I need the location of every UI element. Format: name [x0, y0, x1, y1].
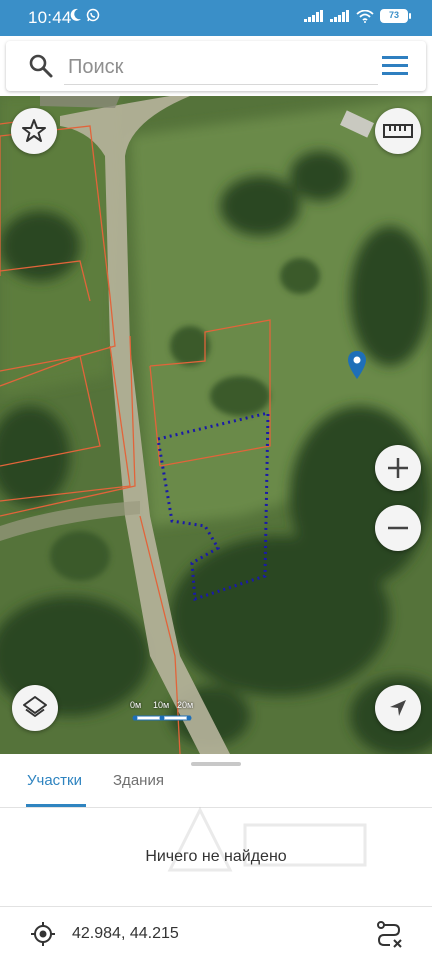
plus-icon	[388, 458, 408, 478]
tab-parcels[interactable]: Участки	[27, 772, 82, 789]
whatsapp-icon	[86, 8, 100, 22]
watermark-logo	[167, 806, 367, 872]
search-input[interactable]	[66, 49, 370, 85]
satellite-imagery	[0, 96, 432, 754]
moon-icon	[70, 8, 81, 21]
status-right-icons: 73	[304, 9, 411, 23]
footer-divider	[0, 906, 432, 907]
menu-icon[interactable]	[380, 53, 410, 79]
navigation-arrow-icon	[390, 700, 406, 716]
star-icon	[22, 119, 46, 142]
minus-icon	[388, 526, 408, 530]
scale-bar: 0м 10м 20м	[130, 700, 212, 728]
search-icon[interactable]	[28, 53, 54, 79]
signal-icon	[330, 10, 349, 22]
status-time: 10:44	[28, 8, 72, 27]
location-marker-icon[interactable]	[347, 350, 367, 380]
zoom-in-button[interactable]	[375, 445, 421, 491]
scale-label-20: 20м	[177, 700, 194, 710]
layers-icon	[23, 696, 47, 717]
navigation-button[interactable]	[375, 685, 421, 731]
coordinates-text: 42.984, 44.215	[72, 925, 179, 942]
status-left-icons	[70, 8, 100, 22]
scale-label-10: 10м	[153, 700, 170, 710]
search-underline	[64, 84, 378, 85]
empty-state-message: Ничего не найдено	[145, 848, 287, 865]
tab-buildings[interactable]: Здания	[113, 772, 164, 789]
battery-icon: 73	[380, 9, 411, 23]
status-bar: 10:44 73	[0, 0, 432, 36]
map-view[interactable]: 0м 10м 20м	[0, 96, 432, 754]
scale-label-0: 0м	[130, 700, 142, 710]
search-bar	[6, 41, 426, 91]
favorites-button[interactable]	[11, 108, 57, 154]
layers-button[interactable]	[12, 685, 58, 731]
signal-icon	[304, 10, 323, 22]
wifi-icon	[356, 9, 374, 23]
zoom-out-button[interactable]	[375, 505, 421, 551]
scale-ruler	[132, 715, 192, 721]
ruler-icon	[383, 124, 413, 138]
ruler-button[interactable]	[375, 108, 421, 154]
my-location-icon[interactable]	[30, 921, 56, 947]
route-cancel-icon[interactable]	[374, 919, 404, 949]
